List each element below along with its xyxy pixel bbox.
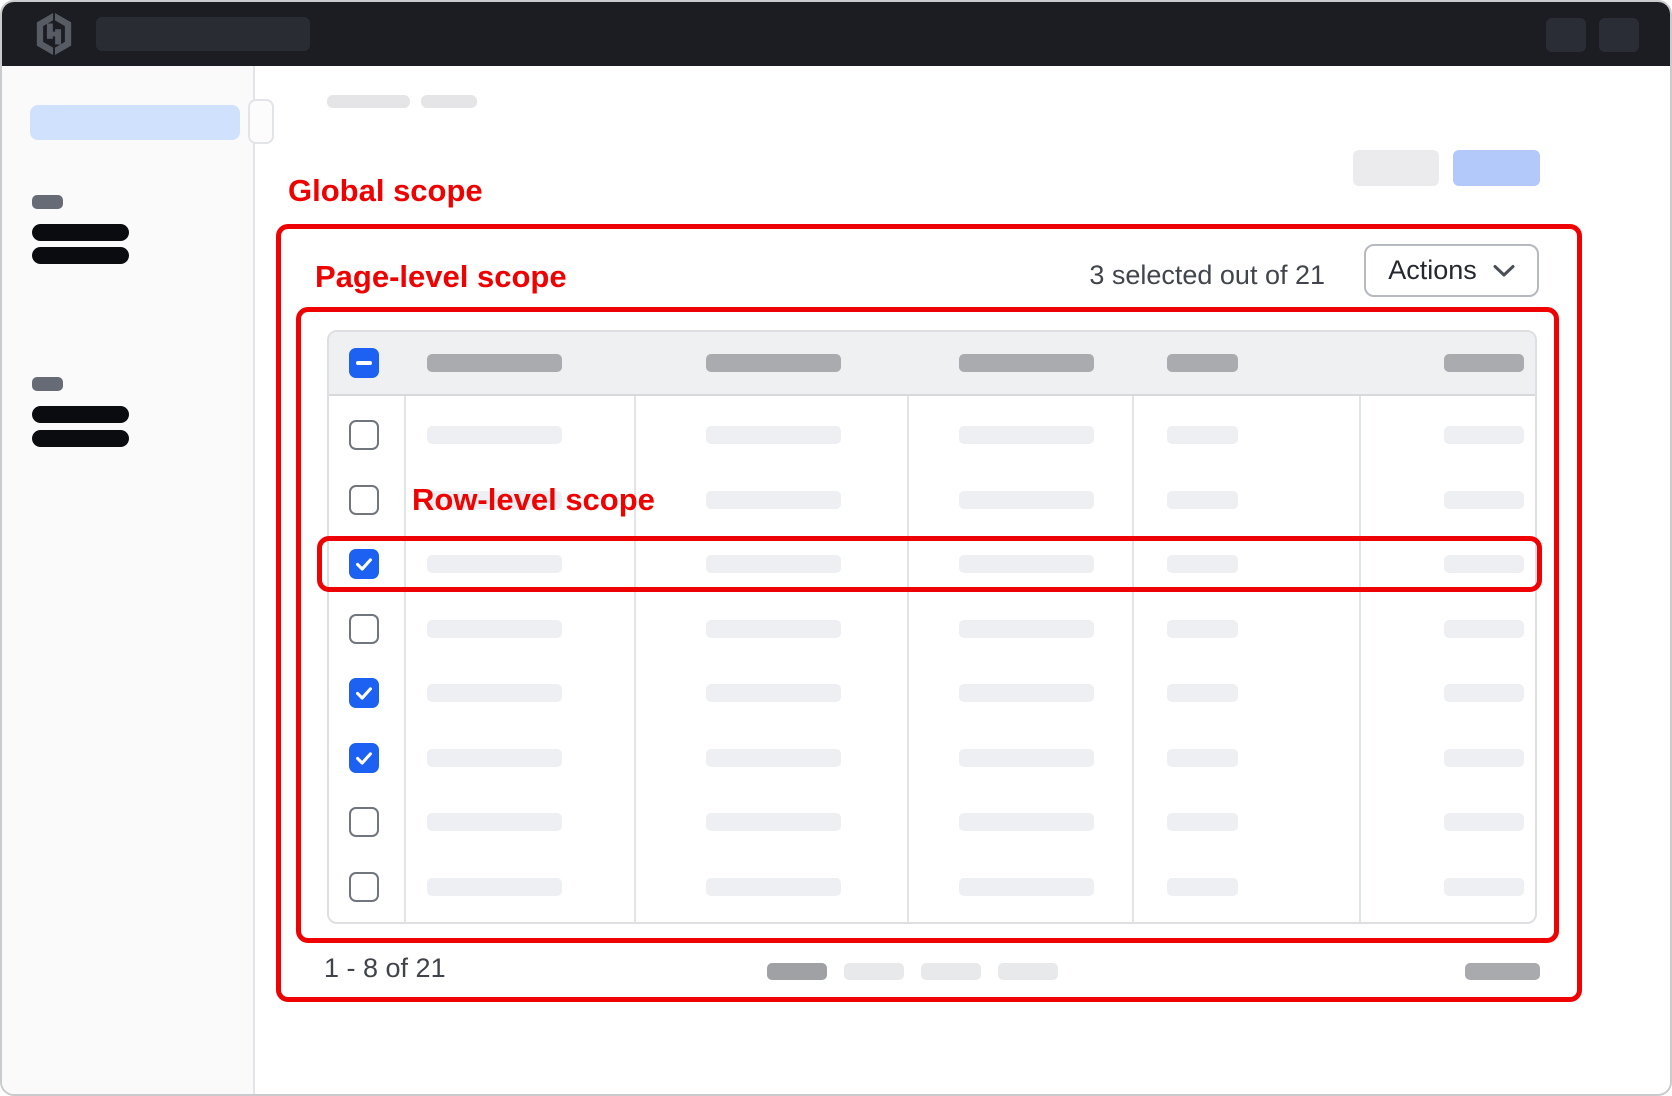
page-level-scope-box [296,307,1559,943]
sidebar-collapse-handle[interactable] [248,99,274,144]
row-level-scope-box [317,536,1542,592]
pagination-skeleton[interactable] [921,963,981,980]
hashicorp-logo-icon [34,13,74,55]
sidebar-section-label-skeleton [32,195,63,209]
breadcrumb-skeleton[interactable] [421,95,477,108]
sidebar-item-skeleton[interactable] [32,406,129,423]
primary-button-skeleton[interactable] [1453,150,1540,186]
pagination-range-text: 1 - 8 of 21 [324,953,446,984]
topbar [2,2,1670,66]
topbar-action-skeleton[interactable] [1546,18,1586,52]
sidebar-active-item-skeleton[interactable] [30,105,240,140]
pagination-skeleton[interactable] [767,963,827,980]
sidebar-section-label-skeleton [32,377,63,391]
sidebar-item-skeleton[interactable] [32,430,129,447]
topbar-action-skeleton[interactable] [1599,18,1639,52]
page-size-skeleton[interactable] [1465,963,1540,980]
app-window: 3 selected out of 21 Actions Global scop… [0,0,1672,1096]
page-level-scope-label: Page-level scope [315,260,567,294]
global-scope-label: Global scope [288,174,483,208]
sidebar [2,66,255,1094]
pagination-skeleton[interactable] [998,963,1058,980]
pagination-skeleton[interactable] [844,963,904,980]
search-input-skeleton[interactable] [96,17,310,51]
sidebar-item-skeleton[interactable] [32,247,129,264]
row-level-scope-label: Row-level scope [412,483,655,517]
breadcrumb-skeleton[interactable] [327,95,410,108]
secondary-button-skeleton[interactable] [1353,150,1439,186]
sidebar-item-skeleton[interactable] [32,224,129,241]
